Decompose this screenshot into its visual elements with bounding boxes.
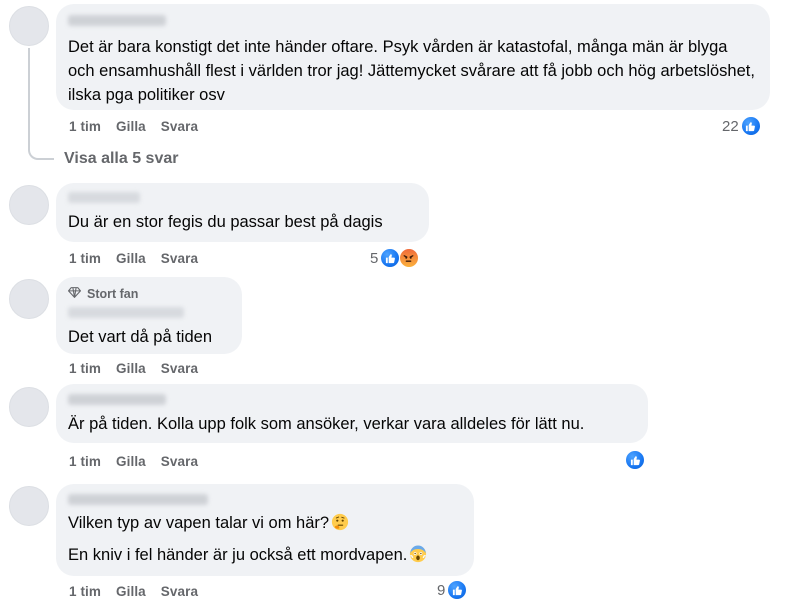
- like-button[interactable]: Gilla: [116, 119, 146, 134]
- reply-button[interactable]: Svara: [161, 454, 198, 469]
- author-name-blurred[interactable]: [68, 307, 184, 318]
- reaction-summary[interactable]: 22: [722, 116, 761, 136]
- thread-line: [28, 48, 30, 148]
- author-name-blurred[interactable]: [68, 394, 166, 405]
- reaction-count: 5: [370, 249, 379, 267]
- reaction-count: 9: [437, 581, 446, 599]
- like-icon: [380, 248, 401, 268]
- reaction-summary[interactable]: 5: [370, 248, 420, 268]
- comment-text: Vilken typ av vapen talar vi om här?: [68, 511, 462, 535]
- like-button[interactable]: Gilla: [116, 584, 146, 599]
- author-name-blurred[interactable]: [68, 192, 140, 203]
- like-icon: [447, 580, 468, 600]
- angry-icon: [399, 248, 420, 268]
- top-fan-badge: Stort fan: [68, 287, 230, 301]
- comment-actions: 1 tim Gilla Svara: [69, 251, 198, 266]
- thread-corner: [28, 148, 54, 160]
- comment-text: Du är en stor fegis du passar best på da…: [68, 213, 383, 231]
- comment-bubble: Är på tiden. Kolla upp folk som ansöker,…: [56, 384, 648, 443]
- author-name-blurred[interactable]: [68, 494, 208, 505]
- reply-button[interactable]: Svara: [161, 584, 198, 599]
- avatar[interactable]: [9, 6, 49, 46]
- comment-actions: 1 tim Gilla Svara: [69, 454, 198, 469]
- comment-text: Är på tiden. Kolla upp folk som ansöker,…: [68, 415, 585, 433]
- like-icon: [740, 116, 761, 136]
- comment-actions: 1 tim Gilla Svara: [69, 584, 198, 599]
- comment-text-line: Vilken typ av vapen talar vi om här?: [68, 514, 330, 532]
- reaction-summary[interactable]: 9: [437, 580, 468, 600]
- timestamp[interactable]: 1 tim: [69, 584, 101, 599]
- badge-label: Stort fan: [87, 287, 139, 301]
- timestamp[interactable]: 1 tim: [69, 119, 101, 134]
- comment-text: Det är bara konstigt det inte händer oft…: [68, 38, 755, 104]
- timestamp[interactable]: 1 tim: [69, 361, 101, 376]
- like-button[interactable]: Gilla: [116, 361, 146, 376]
- reaction-count: 22: [722, 117, 739, 135]
- like-button[interactable]: Gilla: [116, 454, 146, 469]
- comment-actions: 1 tim Gilla Svara: [69, 361, 198, 376]
- comment-actions: 1 tim Gilla Svara: [69, 119, 198, 134]
- thinking-face-icon: [331, 513, 349, 531]
- author-name-blurred[interactable]: [68, 15, 166, 26]
- diamond-icon: [68, 287, 81, 301]
- comment-bubble: Stort fan Det vart då på tiden: [56, 277, 242, 354]
- timestamp[interactable]: 1 tim: [69, 454, 101, 469]
- reply-button[interactable]: Svara: [161, 361, 198, 376]
- comment-bubble: Vilken typ av vapen talar vi om här? En …: [56, 484, 474, 576]
- show-all-replies-link[interactable]: Visa alla 5 svar: [64, 150, 178, 168]
- like-icon: [625, 450, 645, 470]
- comment-text: En kniv i fel händer är ju också ett mor…: [68, 543, 462, 567]
- avatar[interactable]: [9, 185, 49, 225]
- comment-text-line: En kniv i fel händer är ju också ett mor…: [68, 546, 408, 564]
- comment-bubble: Du är en stor fegis du passar best på da…: [56, 183, 429, 242]
- reaction-summary[interactable]: [625, 450, 645, 470]
- comment-bubble: Det är bara konstigt det inte händer oft…: [56, 4, 770, 110]
- timestamp[interactable]: 1 tim: [69, 251, 101, 266]
- reply-button[interactable]: Svara: [161, 119, 198, 134]
- reply-button[interactable]: Svara: [161, 251, 198, 266]
- like-button[interactable]: Gilla: [116, 251, 146, 266]
- avatar[interactable]: [9, 279, 49, 319]
- screaming-face-icon: [409, 545, 427, 563]
- comment-text: Det vart då på tiden: [68, 328, 213, 346]
- avatar[interactable]: [9, 387, 49, 427]
- avatar[interactable]: [9, 486, 49, 526]
